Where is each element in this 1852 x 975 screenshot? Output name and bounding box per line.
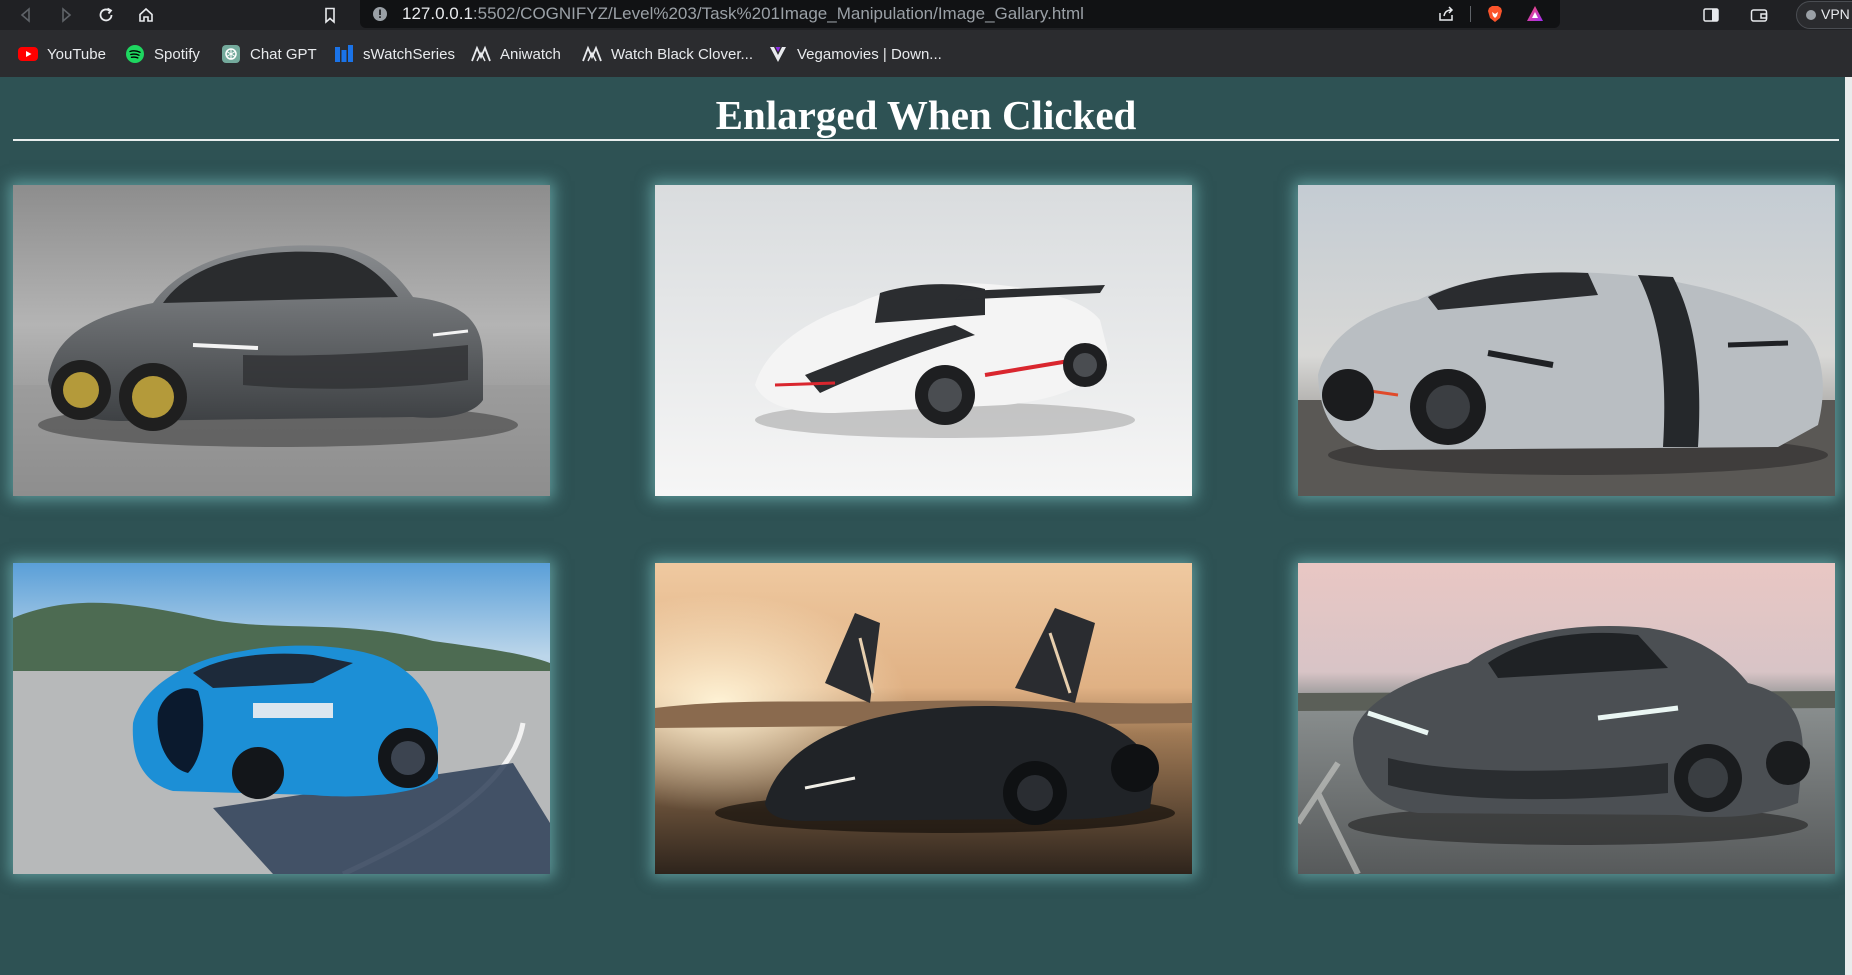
youtube-icon xyxy=(17,44,39,64)
bookmark-label: Watch Black Clover... xyxy=(611,45,753,63)
share-icon xyxy=(1439,6,1454,21)
bookmark-watch-black-clover[interactable]: Watch Black Clover... xyxy=(581,42,753,66)
silver-supercar-image xyxy=(1298,185,1835,496)
gray-supercar-image xyxy=(13,185,550,496)
page-title: Enlarged When Clicked xyxy=(715,92,1137,138)
bookmark-vegamovies[interactable]: Vegamovies | Down... xyxy=(767,42,942,66)
aniwatch-icon xyxy=(470,44,492,64)
home-icon xyxy=(139,7,153,22)
spotify-icon xyxy=(124,44,146,64)
title-underline xyxy=(13,139,1839,141)
bookmark-aniwatch[interactable]: Aniwatch xyxy=(470,42,561,66)
address-bar[interactable]: 127.0.0.1:5502/COGNIFYZ/Level%203/Task%2… xyxy=(360,0,1560,28)
chatgpt-icon xyxy=(220,44,242,64)
home-button[interactable] xyxy=(134,3,158,27)
swatchseries-icon xyxy=(333,44,355,64)
bookmark-label: sWatchSeries xyxy=(363,45,455,63)
bookmark-icon xyxy=(325,7,335,24)
gallery-image-5[interactable] xyxy=(655,563,1192,874)
vpn-button[interactable]: VPN xyxy=(1796,1,1852,29)
vpn-label: VPN xyxy=(1821,6,1850,22)
site-info-icon[interactable] xyxy=(372,6,388,22)
brave-shields-button[interactable] xyxy=(1484,4,1506,24)
dark-gray-supercar-image xyxy=(1298,563,1835,874)
bookmark-label: Chat GPT xyxy=(250,45,317,63)
bookmark-label: Spotify xyxy=(154,45,200,63)
vegamovies-icon xyxy=(767,44,789,64)
url-text[interactable]: 127.0.0.1:5502/COGNIFYZ/Level%203/Task%2… xyxy=(402,4,1084,24)
page-scrollbar[interactable] xyxy=(1845,77,1852,975)
black-supercar-image xyxy=(655,563,1192,874)
bookmark-chat-gpt[interactable]: Chat GPT xyxy=(220,42,317,66)
blue-supercar-image xyxy=(13,563,550,874)
gallery-image-2[interactable] xyxy=(655,185,1192,496)
page-content: Enlarged When Clicked xyxy=(0,77,1852,975)
bookmark-label: YouTube xyxy=(47,45,106,63)
url-path: :5502/COGNIFYZ/Level%203/Task%201Image_M… xyxy=(472,4,1084,23)
sidebar-icon xyxy=(1703,8,1719,22)
share-button[interactable] xyxy=(1435,4,1457,24)
gallery-image-6[interactable] xyxy=(1298,563,1835,874)
rewards-triangle-icon xyxy=(1527,6,1543,21)
bookmark-label: Aniwatch xyxy=(500,45,561,63)
aniwatch-icon xyxy=(581,44,603,64)
vpn-status-icon xyxy=(1806,10,1816,20)
wallet-icon xyxy=(1750,9,1768,22)
bookmark-label: Vegamovies | Down... xyxy=(797,45,942,63)
reload-button[interactable] xyxy=(94,3,118,27)
back-arrow-icon xyxy=(20,7,30,23)
bookmark-youtube[interactable]: YouTube xyxy=(17,42,106,66)
forward-button[interactable] xyxy=(54,3,78,27)
gallery-image-4[interactable] xyxy=(13,563,550,874)
url-divider xyxy=(1470,6,1471,22)
url-host: 127.0.0.1 xyxy=(402,4,473,23)
gallery-image-1[interactable] xyxy=(13,185,550,496)
bookmarks-bar: YouTube Spotify Chat GPT sWatchSeries An… xyxy=(0,30,1852,77)
brave-lion-icon xyxy=(1488,6,1502,22)
reload-icon xyxy=(99,7,113,22)
white-supercar-image xyxy=(655,185,1192,496)
wallet-button[interactable] xyxy=(1748,4,1770,26)
sidebar-button[interactable] xyxy=(1700,4,1722,26)
forward-arrow-icon xyxy=(62,7,72,23)
brave-rewards-button[interactable] xyxy=(1524,4,1546,24)
bookmark-spotify[interactable]: Spotify xyxy=(124,42,200,66)
gallery-image-3[interactable] xyxy=(1298,185,1835,496)
bookmark-swatchseries[interactable]: sWatchSeries xyxy=(333,42,455,66)
bookmark-page-button[interactable] xyxy=(318,3,342,27)
back-button[interactable] xyxy=(14,3,38,27)
browser-toolbar: 127.0.0.1:5502/COGNIFYZ/Level%203/Task%2… xyxy=(0,0,1852,30)
